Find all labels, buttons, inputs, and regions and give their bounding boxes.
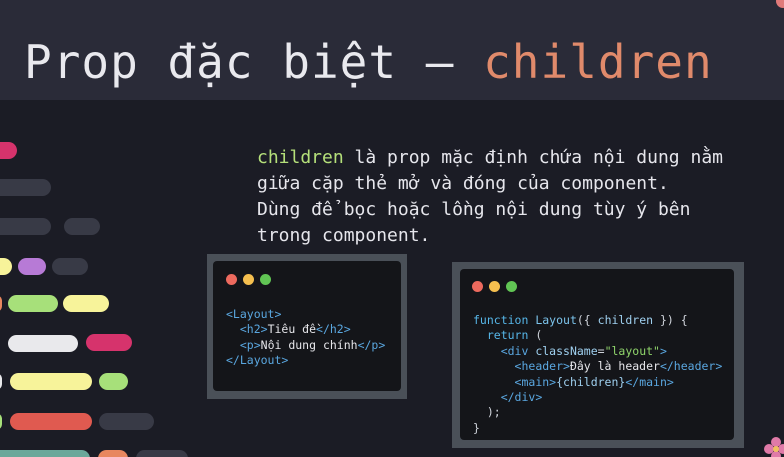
pill-bar (0, 413, 2, 430)
code-token: Layout (535, 313, 577, 327)
code-token: </h2> (316, 322, 351, 337)
window-minimize-dot (489, 281, 500, 292)
code-token: children (597, 313, 654, 327)
slide-header: Prop đặc biệt – children (0, 0, 784, 100)
pill-bar (64, 218, 100, 235)
pill-bar (136, 450, 188, 457)
code-token: {children} (556, 374, 626, 389)
code-token: </div> (500, 390, 543, 405)
code-token: className (535, 343, 598, 358)
description-text: là prop mặc định chứa nội dung nằm (343, 147, 723, 168)
pill-bar (0, 218, 51, 235)
code-token: ( (528, 328, 543, 343)
description-line: Dùng để bọc hoặc lồng nội dung tùy ý bên (257, 199, 691, 220)
pill-bar (0, 295, 2, 312)
pill-bar (86, 334, 132, 351)
code-token: </main> (625, 374, 674, 389)
code-token: <main> (514, 374, 557, 389)
window-maximize-dot (260, 274, 271, 285)
pill-bar (0, 179, 51, 196)
code-token: </p> (357, 337, 386, 352)
pill-bar (0, 373, 2, 390)
window-maximize-dot (506, 281, 517, 292)
code-token: <Layout> (226, 307, 282, 321)
code-token: function (473, 313, 529, 327)
pill-bar (99, 413, 154, 430)
title-accent: children (483, 35, 713, 89)
pill-bar (8, 295, 58, 312)
pill-bar (0, 142, 17, 159)
flower-icon (764, 437, 784, 457)
code-token: "layout" (604, 343, 660, 358)
code-token: = (597, 343, 605, 358)
window-minimize-dot (243, 274, 254, 285)
code-token: Nội dung chính (260, 337, 358, 352)
description-line: children là prop mặc định chứa nội dung … (257, 145, 767, 171)
code-token: <h2> (239, 322, 268, 337)
pill-bar (63, 295, 109, 312)
usage-code-block: <Layout> <h2>Tiêu đề</h2> <p>Nội dung ch… (226, 307, 385, 369)
pill-bar (18, 258, 46, 275)
code-token: Tiêu đề (267, 322, 317, 337)
window-close-dot (226, 274, 237, 285)
code-token: <p> (239, 337, 261, 352)
code-token: return (486, 328, 529, 343)
code-token: </header> (659, 359, 723, 374)
pill-bar (10, 413, 92, 430)
description: children là prop mặc định chứa nội dung … (257, 145, 767, 249)
code-token: > (659, 343, 667, 358)
code-token: ); (486, 405, 501, 420)
code-token: ({ (576, 313, 598, 327)
code-token: <header> (514, 359, 570, 374)
pill-bar (99, 373, 128, 390)
code-token: }) { (653, 313, 688, 327)
code-token: } (473, 420, 480, 435)
pill-bar (10, 373, 92, 390)
description-line: trong component. (257, 225, 431, 246)
title-text: Prop đặc biệt – (24, 35, 484, 89)
description-line: giữa cặp thẻ mở và đóng của component. (257, 173, 669, 194)
pill-bar (52, 258, 88, 275)
description-keyword: children (257, 147, 344, 168)
code-token: </Layout> (226, 353, 289, 368)
pill-bar (98, 450, 128, 457)
code-token: <div (500, 343, 536, 358)
window-close-dot (472, 281, 483, 292)
code-token: Đây là header (569, 359, 660, 374)
component-code-block: function Layout({ children }) { return (… (473, 313, 722, 436)
usage-code-window: <Layout> <h2>Tiêu đề</h2> <p>Nội dung ch… (213, 261, 401, 391)
slide-title: Prop đặc biệt – children (24, 34, 713, 90)
component-code-window: function Layout({ children }) { return (… (460, 269, 734, 440)
pill-bar (8, 335, 78, 352)
pill-bar (0, 258, 12, 275)
pill-bar (0, 450, 90, 457)
